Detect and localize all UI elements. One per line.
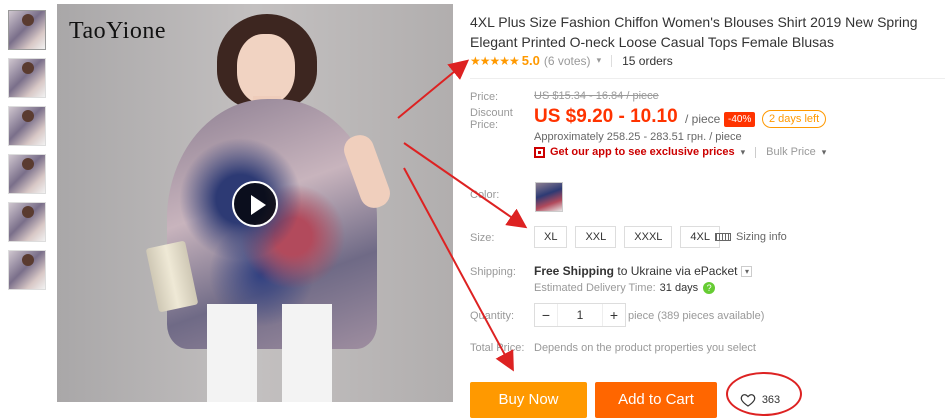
color-label: Color: (470, 189, 500, 201)
free-shipping-text: Free Shipping (534, 264, 615, 278)
color-swatch[interactable] (535, 182, 563, 212)
quantity-input[interactable]: 1 (557, 304, 603, 326)
bulk-price-link[interactable]: Bulk Price (766, 146, 816, 158)
thumbnail-5[interactable] (8, 202, 46, 242)
quantity-increase-button[interactable]: + (603, 304, 625, 326)
product-title: 4XL Plus Size Fashion Chiffon Women's Bl… (470, 14, 918, 50)
shipping-row: Free Shipping to Ukraine via ePacket ▾ (534, 264, 753, 278)
app-promo-row: Get our app to see exclusive prices ▾ Bu… (534, 146, 826, 158)
quantity-available: piece (389 pieces available) (628, 310, 765, 322)
quantity-label: Quantity: (470, 310, 515, 322)
original-price: US $15.34 - 16.84 / piece (534, 90, 659, 102)
star-rating-icon: ★★★★★ (470, 53, 520, 68)
model-blouse (167, 99, 377, 349)
estimated-value: 31 days (659, 282, 699, 294)
discount-price-label: Discount Price: (470, 107, 513, 131)
shipping-label: Shipping: (470, 266, 516, 278)
thumbnail-6[interactable] (8, 250, 46, 290)
model-pants-right (282, 304, 332, 402)
size-option-xxxl[interactable]: XXXL (624, 226, 673, 248)
sizing-info-text: Sizing info (736, 231, 787, 243)
thumbnail-strip (8, 10, 48, 298)
votes-link[interactable]: (6 votes) (544, 54, 591, 68)
thumbnail-3[interactable] (8, 106, 46, 146)
main-product-image[interactable]: TaoYione (57, 4, 453, 402)
days-left-badge: 2 days left (762, 110, 827, 128)
chevron-down-icon[interactable]: ▾ (741, 265, 753, 277)
discount-badge: -40% (724, 112, 756, 127)
chevron-down-icon[interactable]: ▾ (597, 55, 602, 66)
shipping-to: to (617, 264, 628, 278)
app-exclusive-link[interactable]: Get our app to see exclusive prices (550, 146, 735, 158)
sizing-info-link[interactable]: Sizing info (715, 231, 787, 243)
thumbnail-1[interactable] (8, 10, 46, 50)
buy-now-button[interactable]: Buy Now (470, 382, 587, 418)
rating-row: ★★★★★ 5.0 (6 votes) ▾ 15 orders (470, 53, 673, 68)
per-piece-text: / piece (685, 112, 721, 126)
size-option-xl[interactable]: XL (534, 226, 568, 248)
thumbnail-2[interactable] (8, 58, 46, 98)
estimated-delivery: Estimated Delivery Time: 31 days ? (534, 282, 716, 294)
price-label: Price: (470, 91, 499, 103)
discount-price: US $9.20 - 10.10 (534, 106, 678, 127)
divider-line (470, 78, 945, 79)
annotation-circle (726, 372, 802, 416)
rating-value: 5.0 (521, 53, 540, 68)
ruler-icon (715, 233, 731, 241)
quantity-decrease-button[interactable]: − (535, 304, 557, 326)
qr-code-icon (534, 146, 545, 158)
divider (611, 54, 613, 67)
size-label: Size: (470, 232, 495, 244)
quantity-stepper: − 1 + (534, 303, 626, 327)
brand-watermark: TaoYione (69, 18, 166, 44)
divider (755, 146, 757, 158)
total-price-note: Depends on the product properties you se… (534, 342, 756, 354)
orders-count: 15 orders (622, 53, 673, 68)
help-icon[interactable]: ? (703, 282, 716, 294)
shipping-destination[interactable]: Ukraine (631, 264, 672, 278)
estimated-label: Estimated Delivery Time: (534, 282, 656, 294)
approx-price: Approximately 258.25 - 283.51 грн. / pie… (534, 131, 742, 143)
total-price-label: Total Price: (470, 342, 525, 354)
model-pants-left (207, 304, 257, 402)
size-option-xxl[interactable]: XXL (575, 226, 617, 248)
chevron-down-icon[interactable]: ▾ (741, 147, 746, 158)
size-options: XL XXL XXXL 4XL (534, 226, 728, 248)
chevron-down-icon[interactable]: ▾ (822, 147, 827, 158)
model-face (237, 34, 295, 104)
play-video-icon[interactable] (232, 181, 278, 227)
shipping-method[interactable]: via ePacket (675, 264, 737, 278)
thumbnail-4[interactable] (8, 154, 46, 194)
add-to-cart-button[interactable]: Add to Cart (595, 382, 717, 418)
